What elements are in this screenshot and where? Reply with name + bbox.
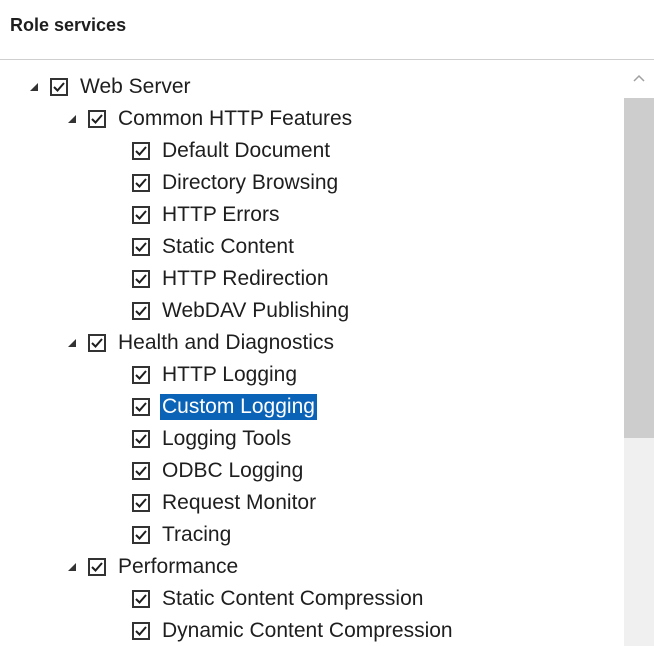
tree-item[interactable]: Dynamic Content Compression [132, 616, 455, 646]
checkmark-icon [135, 530, 147, 540]
tree-item-label: Common HTTP Features [118, 107, 353, 130]
checkbox[interactable] [132, 622, 150, 640]
tree-item-label: Performance [118, 555, 239, 578]
checkmark-icon [135, 306, 147, 316]
section-title: Role services [10, 15, 127, 35]
checkbox[interactable] [132, 174, 150, 192]
checkbox[interactable] [132, 142, 150, 160]
checkbox[interactable] [88, 110, 106, 128]
checkmark-icon [135, 402, 147, 412]
tree-item[interactable]: Directory Browsing [132, 168, 340, 198]
tree-item[interactable]: WebDAV Publishing [132, 296, 351, 326]
checkmark-icon [53, 82, 65, 92]
checkbox[interactable] [132, 398, 150, 416]
checkbox[interactable] [50, 78, 68, 96]
checkmark-icon [91, 562, 103, 572]
tree-item[interactable]: Logging Tools [132, 424, 293, 454]
scroll-thumb[interactable] [624, 98, 654, 438]
tree-item-label: Static Content Compression [162, 587, 424, 610]
tree-item[interactable]: Custom Logging [132, 392, 317, 422]
expanded-triangle-icon[interactable] [66, 113, 78, 125]
vertical-scrollbar[interactable] [624, 60, 654, 646]
checkmark-icon [135, 146, 147, 156]
tree-item[interactable]: HTTP Logging [132, 360, 299, 390]
tree-item-label: Logging Tools [162, 427, 292, 450]
expanded-triangle-icon[interactable] [66, 561, 78, 573]
checkbox[interactable] [132, 590, 150, 608]
checkbox[interactable] [132, 238, 150, 256]
tree-item[interactable]: Health and Diagnostics [66, 328, 336, 358]
tree-item[interactable]: HTTP Redirection [132, 264, 331, 294]
tree-item-label: HTTP Logging [162, 363, 298, 386]
tree-item[interactable]: Tracing [132, 520, 233, 550]
tree-item[interactable]: Common HTTP Features [66, 104, 354, 134]
checkbox[interactable] [132, 302, 150, 320]
tree-item-label: WebDAV Publishing [162, 299, 350, 322]
checkmark-icon [135, 498, 147, 508]
checkmark-icon [135, 178, 147, 188]
checkbox[interactable] [132, 430, 150, 448]
tree-item[interactable]: HTTP Errors [132, 200, 281, 230]
tree-item-label: Tracing [162, 523, 232, 546]
tree-item[interactable]: Default Document [132, 136, 332, 166]
tree-item-label: Web Server [80, 75, 191, 98]
checkbox[interactable] [132, 206, 150, 224]
header-divider [0, 59, 654, 60]
checkmark-icon [135, 434, 147, 444]
expanded-triangle-icon[interactable] [66, 337, 78, 349]
checkbox[interactable] [132, 462, 150, 480]
tree-item[interactable]: ODBC Logging [132, 456, 305, 486]
tree-item[interactable]: Request Monitor [132, 488, 318, 518]
tree-item[interactable]: Performance [66, 552, 240, 582]
tree-item-label: ODBC Logging [162, 459, 304, 482]
tree-item[interactable]: Static Content [132, 232, 296, 262]
scroll-track[interactable] [624, 438, 654, 646]
tree-item-label: Custom Logging [160, 394, 317, 420]
checkbox[interactable] [132, 366, 150, 384]
checkmark-icon [91, 338, 103, 348]
role-services-tree[interactable]: Web Server Common HTTP Features Default Do… [0, 72, 624, 646]
chevron-up-icon[interactable] [633, 70, 645, 82]
checkbox[interactable] [132, 494, 150, 512]
tree-item[interactable]: Web Server [28, 72, 193, 102]
tree-item-label: Health and Diagnostics [118, 331, 334, 354]
tree-item-label: HTTP Errors [162, 203, 280, 226]
tree-item-label: HTTP Redirection [162, 267, 329, 290]
checkbox[interactable] [88, 334, 106, 352]
tree-item-label: Static Content [162, 235, 294, 258]
checkmark-icon [135, 370, 147, 380]
tree-item-label: Request Monitor [162, 491, 317, 514]
checkmark-icon [135, 626, 147, 636]
tree-item[interactable]: Static Content Compression [132, 584, 425, 614]
tree-item-label: Default Document [162, 139, 331, 162]
tree-item-label: Dynamic Content Compression [162, 619, 453, 642]
checkmark-icon [135, 274, 147, 284]
checkmark-icon [135, 594, 147, 604]
checkbox[interactable] [88, 558, 106, 576]
tree-item-label: Directory Browsing [162, 171, 339, 194]
checkbox[interactable] [132, 270, 150, 288]
expanded-triangle-icon[interactable] [28, 81, 40, 93]
checkmark-icon [91, 114, 103, 124]
role-services-header: Role services [0, 0, 654, 60]
checkmark-icon [135, 210, 147, 220]
checkmark-icon [135, 242, 147, 252]
checkmark-icon [135, 466, 147, 476]
checkbox[interactable] [132, 526, 150, 544]
